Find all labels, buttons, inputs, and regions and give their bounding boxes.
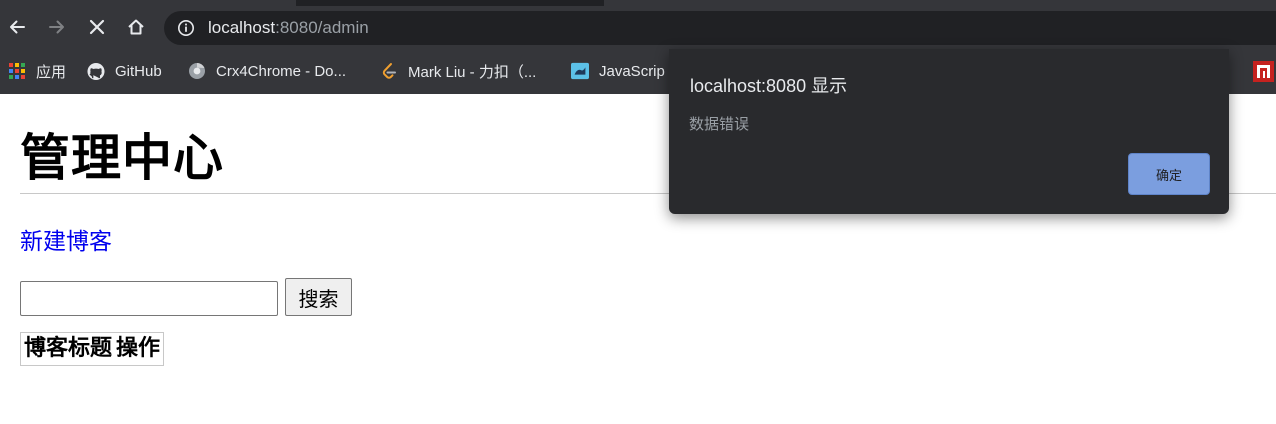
- ok-button[interactable]: 确定: [1128, 153, 1210, 195]
- browser-toolbar: localhost:8080/admin: [0, 6, 1276, 50]
- apps-grid-icon: [8, 62, 26, 80]
- new-blog-link[interactable]: 新建博客: [20, 228, 112, 256]
- bookmark-label: GitHub: [115, 62, 162, 80]
- npm-icon: [1257, 65, 1270, 78]
- bookmark-label: 应用: [36, 63, 67, 81]
- arrow-left-icon: [10, 20, 25, 34]
- home-icon: [128, 19, 144, 35]
- url-text[interactable]: localhost:8080/admin: [208, 18, 369, 38]
- bookmark-red-icon[interactable]: [1253, 61, 1274, 82]
- address-bar[interactable]: localhost:8080/admin: [164, 11, 1276, 45]
- crx4chrome-icon: [188, 62, 206, 80]
- url-host: localhost: [208, 18, 276, 37]
- bookmark-javascript[interactable]: JavaScrip: [571, 60, 671, 82]
- bookmark-apps[interactable]: 应用: [8, 60, 66, 82]
- github-icon: [87, 62, 105, 80]
- forward-button[interactable]: [42, 12, 72, 42]
- bookmark-leetcode[interactable]: Mark Liu - 力扣（...: [380, 60, 536, 82]
- arrow-right-icon: [49, 20, 64, 34]
- search-button[interactable]: 搜索: [285, 278, 352, 316]
- leetcode-icon: [380, 62, 398, 80]
- bookmark-crx4chrome[interactable]: Crx4Chrome - Do...: [188, 60, 346, 82]
- stop-loading-button[interactable]: [82, 12, 112, 42]
- search-input[interactable]: [20, 281, 278, 316]
- back-button[interactable]: [2, 12, 32, 42]
- home-button[interactable]: [121, 12, 151, 42]
- column-header-title: 博客标题: [24, 336, 113, 361]
- page-title: 管理中心: [20, 129, 224, 187]
- javascript-icon: [571, 62, 589, 80]
- dialog-title: localhost:8080 显示: [690, 76, 848, 96]
- table-header-row: 博客标题 操作: [23, 335, 161, 363]
- info-icon[interactable]: [177, 19, 195, 37]
- column-header-actions: 操作: [116, 336, 161, 361]
- dialog-message: 数据错误: [689, 115, 750, 133]
- bookmark-github[interactable]: GitHub: [87, 60, 162, 82]
- url-path: :8080/admin: [275, 18, 369, 37]
- bookmark-label: Crx4Chrome - Do...: [216, 62, 347, 80]
- close-icon: [89, 19, 105, 35]
- alert-dialog: localhost:8080 显示 数据错误 确定: [669, 49, 1229, 214]
- bookmark-label: Mark Liu - 力扣（...: [408, 63, 537, 81]
- bookmark-label: JavaScrip: [599, 62, 665, 80]
- blog-table: 博客标题 操作: [20, 332, 165, 366]
